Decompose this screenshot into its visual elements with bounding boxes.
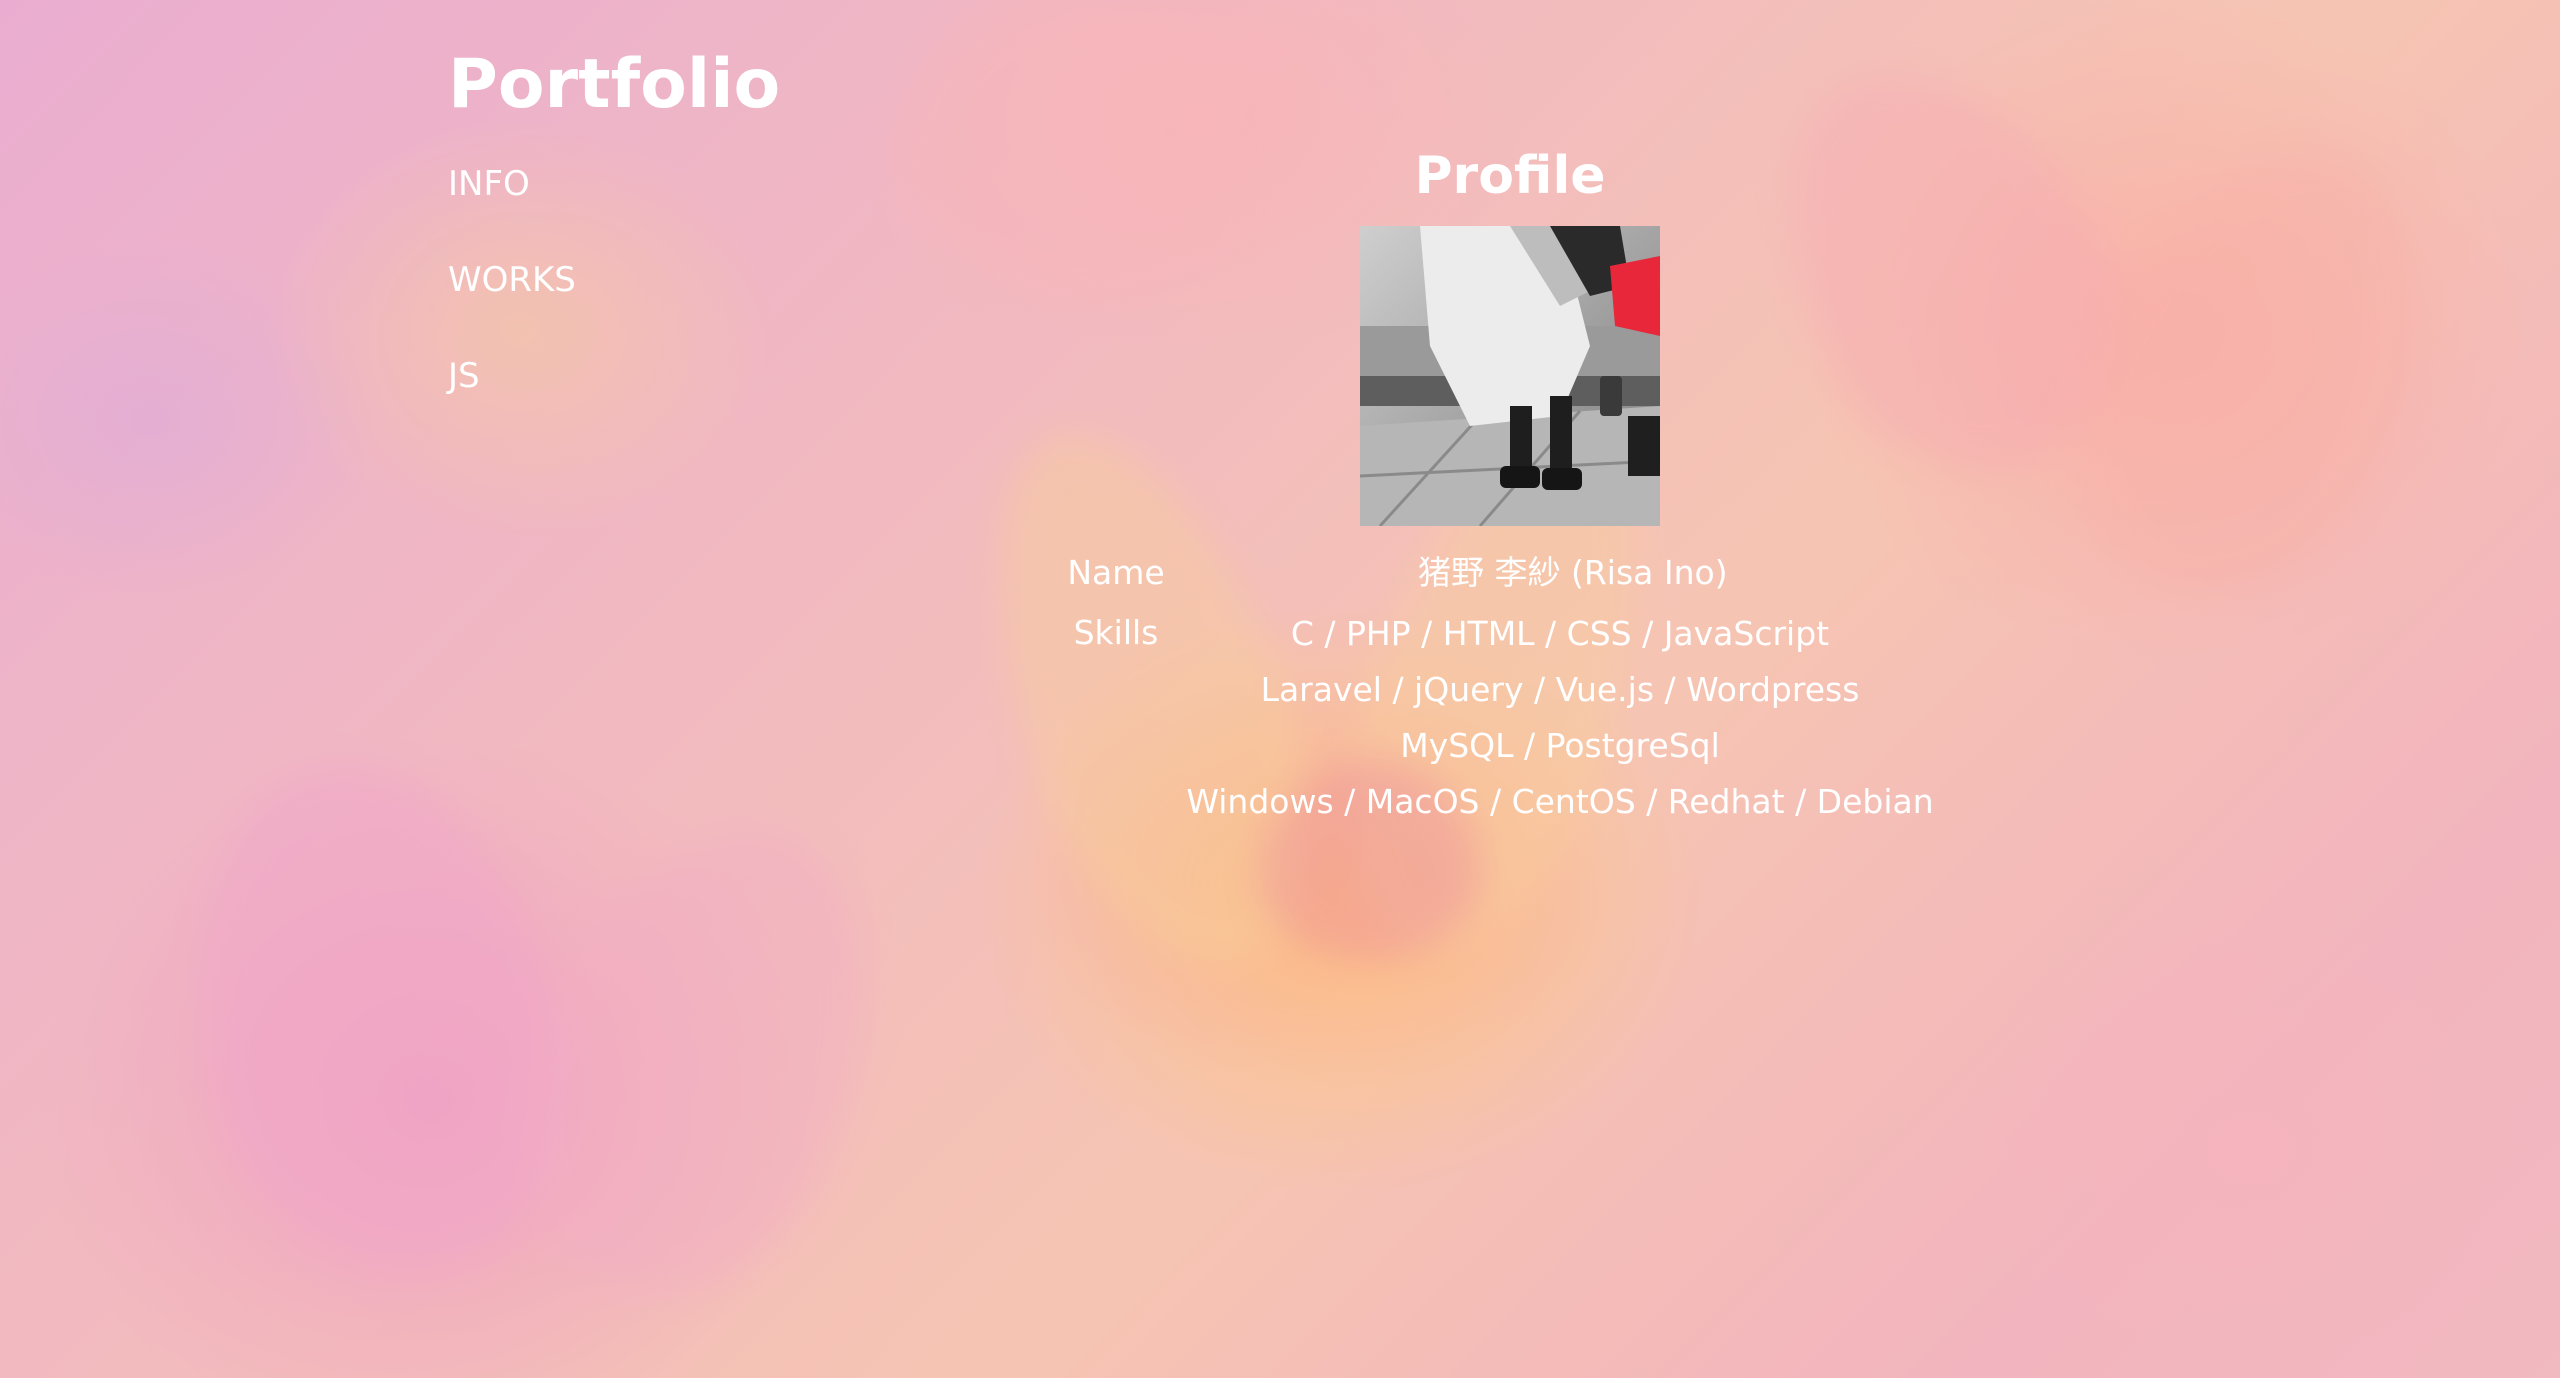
name-value: 猪野 李紗 (Risa Ino) <box>1418 553 1728 592</box>
skills-line: C / PHP / HTML / CSS / JavaScript <box>1290 614 1830 653</box>
skills-line: Windows / MacOS / CentOS / Redhat / Debi… <box>1186 782 1934 821</box>
skills-list: C / PHP / HTML / CSS / JavaScript Larave… <box>1160 608 1960 832</box>
main-nav: INFO WORKS JS <box>448 156 576 444</box>
profile-photo <box>1360 226 1660 526</box>
page-background: Portfolio INFO WORKS JS Profile Name 猪野 … <box>0 0 2560 1378</box>
skills-line: MySQL / PostgreSql <box>1400 726 1720 765</box>
nav-item-works: WORKS <box>448 252 576 348</box>
nav-item-info: INFO <box>448 156 576 252</box>
nav-link-js[interactable]: JS <box>448 356 480 396</box>
skills-line: Laravel / jQuery / Vue.js / Wordpress <box>1260 670 1860 709</box>
name-label: Name <box>1067 553 1165 592</box>
nav-link-works[interactable]: WORKS <box>448 260 576 300</box>
nav-link-info[interactable]: INFO <box>448 164 530 204</box>
profile-heading: Profile <box>1414 146 1606 206</box>
person-seated-photo-icon <box>1360 226 1660 526</box>
nav-item-js: JS <box>448 348 576 444</box>
site-title[interactable]: Portfolio <box>448 40 780 130</box>
